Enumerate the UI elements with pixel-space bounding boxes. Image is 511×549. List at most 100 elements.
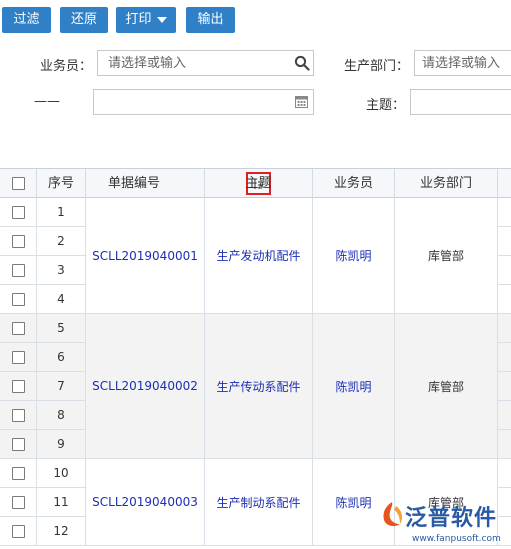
salesperson-cell: 陈凯明 bbox=[313, 314, 395, 459]
row-index: 5 bbox=[37, 314, 86, 343]
select-all-checkbox[interactable] bbox=[11, 177, 25, 190]
business-dept-cell-text: 库管部 bbox=[427, 249, 464, 263]
row-checkbox[interactable] bbox=[11, 525, 25, 538]
data-grid: 序号 单据编号 主题 业务员 业务部门 1 2 3 4 SCLL2019040001 生产… bbox=[0, 168, 511, 549]
subject-input[interactable] bbox=[411, 90, 511, 114]
subject-field[interactable] bbox=[410, 89, 511, 115]
subject-cell: 生产发动机配件 bbox=[205, 198, 313, 314]
business-dept-cell: 库管部 bbox=[395, 314, 498, 459]
header-subject[interactable]: 主题 bbox=[205, 169, 313, 198]
production-dept-input[interactable] bbox=[415, 51, 511, 75]
row-index: 2 bbox=[37, 227, 86, 256]
header-salesperson[interactable]: 业务员 bbox=[313, 169, 395, 198]
row-select-cell bbox=[0, 256, 37, 285]
business-dept-cell: 库管部 bbox=[395, 198, 498, 314]
date-input[interactable] bbox=[94, 90, 313, 114]
row-index: 12 bbox=[37, 517, 86, 546]
subject-label: 主题： bbox=[366, 98, 406, 113]
row-overflow-cell bbox=[498, 198, 511, 227]
row-select-cell bbox=[0, 314, 37, 343]
row-checkbox[interactable] bbox=[11, 235, 25, 248]
header-overflow-column bbox=[498, 169, 511, 198]
row-select-cell bbox=[0, 488, 37, 517]
date-field[interactable] bbox=[93, 89, 314, 115]
row-index: 1 bbox=[37, 198, 86, 227]
date-range-separator: —— bbox=[34, 94, 60, 109]
row-checkbox[interactable] bbox=[11, 409, 25, 422]
salesperson-cell-text[interactable]: 陈凯明 bbox=[335, 494, 371, 511]
doc-number-cell-text[interactable]: SCLL2019040001 bbox=[92, 249, 198, 263]
watermark-url: www.fanpusoft.com bbox=[412, 534, 501, 544]
business-dept-cell-text: 库管部 bbox=[427, 379, 464, 394]
row-overflow-cell bbox=[498, 430, 511, 459]
production-dept-field[interactable] bbox=[414, 50, 511, 76]
salesperson-cell-text[interactable]: 陈凯明 bbox=[335, 247, 371, 264]
row-checkbox[interactable] bbox=[11, 467, 25, 480]
doc-number-cell-text[interactable]: SCLL2019040003 bbox=[92, 495, 198, 509]
row-overflow-cell bbox=[498, 314, 511, 343]
row-overflow-cell bbox=[498, 459, 511, 488]
search-icon[interactable] bbox=[294, 55, 310, 71]
row-index: 10 bbox=[37, 459, 86, 488]
row-select-cell bbox=[0, 459, 37, 488]
row-overflow-cell bbox=[498, 285, 511, 314]
doc-number-cell: SCLL2019040002 bbox=[86, 314, 205, 459]
print-dropdown-button[interactable]: 打印 bbox=[116, 7, 176, 33]
row-index: 4 bbox=[37, 285, 86, 314]
row-checkbox[interactable] bbox=[11, 496, 25, 509]
row-index: 3 bbox=[37, 256, 86, 285]
header-doc-no-label: 单据编号 bbox=[108, 176, 161, 191]
row-checkbox[interactable] bbox=[11, 380, 25, 393]
row-overflow-cell bbox=[498, 401, 511, 430]
subject-cell-text[interactable]: 生产制动系配件 bbox=[216, 494, 300, 511]
chevron-down-icon bbox=[156, 16, 167, 23]
row-select-cell bbox=[0, 343, 37, 372]
salesperson-cell-text[interactable]: 陈凯明 bbox=[335, 378, 371, 395]
row-index: 9 bbox=[37, 430, 86, 459]
watermark-logo: 泛普软件 www.fanpusoft.com bbox=[376, 498, 511, 549]
report-page: 过滤 还原 打印 输出 业务员： 生产部门： —— bbox=[0, 0, 511, 549]
row-select-cell bbox=[0, 401, 37, 430]
row-index: 7 bbox=[37, 372, 86, 401]
row-overflow-cell bbox=[498, 227, 511, 256]
header-index[interactable]: 序号 bbox=[37, 169, 86, 198]
row-checkbox[interactable] bbox=[11, 438, 25, 451]
row-checkbox[interactable] bbox=[11, 206, 25, 219]
salesperson-input[interactable] bbox=[98, 51, 313, 75]
subject-cell-text[interactable]: 生产传动系配件 bbox=[216, 378, 300, 395]
row-select-cell bbox=[0, 285, 37, 314]
filter-button[interactable]: 过滤 bbox=[2, 7, 51, 33]
row-checkbox[interactable] bbox=[11, 264, 25, 277]
row-overflow-cell bbox=[498, 372, 511, 401]
row-checkbox[interactable] bbox=[11, 293, 25, 306]
header-doc-no[interactable]: 单据编号 bbox=[86, 169, 271, 198]
row-select-cell bbox=[0, 198, 37, 227]
row-index: 6 bbox=[37, 343, 86, 372]
row-select-cell bbox=[0, 430, 37, 459]
row-select-cell bbox=[0, 227, 37, 256]
grid-header: 序号 单据编号 主题 业务员 业务部门 bbox=[0, 169, 511, 198]
doc-number-cell: SCLL2019040001 bbox=[86, 198, 205, 314]
row-select-cell bbox=[0, 372, 37, 401]
row-checkbox[interactable] bbox=[11, 322, 25, 335]
header-select-all bbox=[0, 169, 37, 198]
subject-cell-text[interactable]: 生产发动机配件 bbox=[216, 247, 300, 264]
row-overflow-cell bbox=[498, 343, 511, 372]
calendar-icon[interactable] bbox=[295, 95, 308, 108]
doc-number-cell-text[interactable]: SCLL2019040002 bbox=[92, 379, 198, 393]
salesperson-field[interactable] bbox=[97, 50, 314, 76]
salesperson-label: 业务员： bbox=[40, 59, 93, 74]
row-overflow-cell bbox=[498, 256, 511, 285]
header-business-dept[interactable]: 业务部门 bbox=[395, 169, 498, 198]
doc-number-cell: SCLL2019040003 bbox=[86, 459, 205, 546]
row-index: 8 bbox=[37, 401, 86, 430]
row-select-cell bbox=[0, 517, 37, 546]
row-checkbox[interactable] bbox=[11, 351, 25, 364]
production-dept-label: 生产部门： bbox=[344, 59, 410, 74]
subject-cell: 生产传动系配件 bbox=[205, 314, 313, 459]
print-button-label: 打印 bbox=[125, 12, 152, 27]
subject-cell: 生产制动系配件 bbox=[205, 459, 313, 546]
salesperson-cell: 陈凯明 bbox=[313, 198, 395, 314]
export-button[interactable]: 输出 bbox=[186, 7, 235, 33]
restore-button[interactable]: 还原 bbox=[60, 7, 108, 33]
